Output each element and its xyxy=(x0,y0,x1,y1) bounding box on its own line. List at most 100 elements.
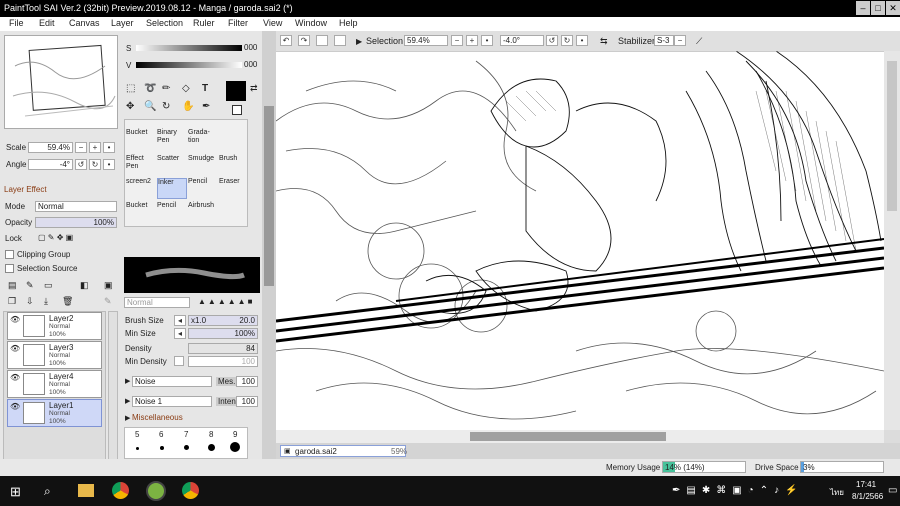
toolbar-rotate-left[interactable]: ↺ xyxy=(546,35,558,46)
min-size-slider[interactable]: 100% xyxy=(188,328,258,339)
layer-item[interactable]: 👁 Layer3 Normal 100% xyxy=(7,341,102,369)
canvas-vertical-scrollbar[interactable] xyxy=(884,51,900,430)
mask-icon[interactable]: ◧ xyxy=(80,280,89,291)
rotate-right-button[interactable]: ↻ xyxy=(89,159,101,170)
scale-field[interactable]: 59.4% xyxy=(28,142,73,153)
undo-button[interactable]: ↶ xyxy=(280,35,292,46)
rotate-reset-button[interactable]: • xyxy=(103,159,115,170)
search-icon[interactable]: ⌕ xyxy=(44,484,51,499)
brush-size-slider[interactable]: x1.0 20.0 xyxy=(188,315,258,326)
zoom-tool-icon[interactable]: 🔍 xyxy=(144,101,156,112)
misc-label[interactable]: Miscellaneous xyxy=(132,413,183,422)
noise2-toggle-icon[interactable]: ▶ xyxy=(125,397,130,405)
notification-icon[interactable]: ▭ xyxy=(888,485,897,496)
menu-edit[interactable]: Edit xyxy=(39,18,55,28)
lasso-icon[interactable]: ➰ xyxy=(144,83,156,94)
tool-brush[interactable]: Brush xyxy=(219,155,249,176)
brush-shape-icons[interactable]: ▲▲▲▲▲■ xyxy=(198,297,254,306)
foreground-color-swatch[interactable] xyxy=(226,81,246,101)
noise1-toggle-icon[interactable]: ▶ xyxy=(125,377,130,385)
clock-time[interactable]: 17:41 xyxy=(856,480,876,489)
opacity-slider[interactable]: 100% xyxy=(35,217,117,228)
lock-icons[interactable]: ▢ ✎ ✥ ▣ xyxy=(38,233,73,242)
menu-layer[interactable]: Layer xyxy=(111,18,134,28)
mode-select[interactable]: Normal xyxy=(35,201,117,212)
noise2-value[interactable]: 100 xyxy=(236,396,258,407)
new-folder-icon[interactable]: ▭ xyxy=(44,280,53,291)
layer-list-scrollbar[interactable] xyxy=(108,311,118,461)
value-slider[interactable] xyxy=(136,62,242,68)
tool-airbrush[interactable]: Airbrush xyxy=(188,202,218,223)
transfer-down-icon[interactable]: ⇩ xyxy=(26,296,34,307)
maximize-button[interactable]: □ xyxy=(871,1,885,15)
visibility-eye-icon[interactable]: 👁 xyxy=(10,344,20,354)
saturation-slider[interactable] xyxy=(136,45,242,51)
tool-screen2[interactable]: screen2 xyxy=(126,178,156,199)
hand-icon[interactable]: ✋ xyxy=(182,101,194,112)
min-density-slider[interactable]: 100 xyxy=(188,356,258,367)
min-size-icon[interactable]: ◂ xyxy=(174,328,186,339)
hscroll-thumb[interactable] xyxy=(470,432,666,441)
tool-smudge[interactable]: Smudge xyxy=(188,155,218,176)
menu-canvas[interactable]: Canvas xyxy=(69,18,100,28)
toolbar-zoom-in[interactable]: + xyxy=(466,35,478,46)
toolbar-rotate-right[interactable]: ↻ xyxy=(561,35,573,46)
tool-bucket-2[interactable]: Bucket xyxy=(126,202,156,223)
language-indicator[interactable]: ไทย xyxy=(830,486,844,499)
move-icon[interactable]: ✥ xyxy=(126,101,134,112)
clock-date[interactable]: 8/1/2566 xyxy=(852,492,883,501)
blend-mode-select[interactable]: Normal xyxy=(124,297,190,308)
chrome-icon-2[interactable] xyxy=(182,482,199,499)
merge-down-icon[interactable]: ⤓ xyxy=(44,296,48,307)
close-button[interactable]: ✕ xyxy=(886,1,900,15)
magic-wand-icon[interactable]: ✏ xyxy=(162,83,170,94)
min-density-checkbox[interactable] xyxy=(174,356,184,366)
menu-file[interactable]: File xyxy=(9,18,24,28)
menu-help[interactable]: Help xyxy=(339,18,358,28)
size-preset-dot[interactable] xyxy=(160,446,164,450)
rect-select-icon[interactable]: ⬚ xyxy=(126,83,135,94)
text-tool-icon[interactable]: T xyxy=(202,83,208,94)
tool-scatter[interactable]: Scatter xyxy=(157,155,187,176)
canvas-horizontal-scrollbar[interactable] xyxy=(276,430,884,443)
toolbar-zoom-out[interactable]: − xyxy=(451,35,463,46)
tool-binary-pen[interactable]: Binary Pen xyxy=(157,129,187,150)
rotate-tool-icon[interactable]: ↻ xyxy=(162,101,170,112)
tool-pencil-2[interactable]: Pencil xyxy=(157,202,187,223)
angle-field[interactable]: -4° xyxy=(28,159,73,170)
angle-toolbar-field[interactable]: -4.0° xyxy=(500,35,544,46)
file-explorer-icon[interactable] xyxy=(78,484,94,497)
toolbar-zoom-reset[interactable]: • xyxy=(481,35,493,46)
new-layer-icon[interactable]: ▤ xyxy=(8,280,17,291)
layer-item-selected[interactable]: 👁 Layer1 Normal 100% xyxy=(7,399,102,427)
background-color-swatch[interactable] xyxy=(232,105,242,115)
minimize-button[interactable]: – xyxy=(856,1,870,15)
visibility-eye-icon[interactable]: 👁 xyxy=(10,315,20,325)
zoom-field[interactable]: 59.4% xyxy=(404,35,448,46)
layer-properties-icon[interactable]: ✎ xyxy=(104,296,112,307)
tool-effect-pen[interactable]: Effect Pen xyxy=(126,155,156,176)
eyedropper-icon[interactable]: ✒ xyxy=(202,101,210,112)
drawing-canvas[interactable] xyxy=(276,51,884,430)
density-slider[interactable]: 84 xyxy=(188,343,258,354)
size-preset-dot[interactable] xyxy=(208,444,215,451)
copy-layer-icon[interactable]: ❐ xyxy=(8,296,16,307)
tool-panel-scrollbar[interactable] xyxy=(262,31,276,459)
menu-view[interactable]: View xyxy=(263,18,282,28)
navigator-preview[interactable] xyxy=(4,35,118,129)
rotate-left-button[interactable]: ↺ xyxy=(75,159,87,170)
menu-selection[interactable]: Selection xyxy=(146,18,183,28)
size-preset-dot[interactable] xyxy=(184,445,189,450)
tray-icons[interactable]: ✒▤✱⌘▣◔⌃♪⚡ xyxy=(672,485,804,496)
stabilizer-select[interactable]: S-3 xyxy=(654,35,674,46)
deselect-button[interactable] xyxy=(316,35,328,46)
tool-eraser[interactable]: Eraser xyxy=(219,178,249,199)
painttool-sai-icon[interactable] xyxy=(146,481,166,501)
noise1-select[interactable]: Noise xyxy=(132,376,212,387)
windows-start-icon[interactable]: ⊞ xyxy=(10,484,21,500)
redo-button[interactable]: ↷ xyxy=(298,35,310,46)
menu-ruler[interactable]: Ruler xyxy=(193,18,215,28)
tool-inker-selected[interactable]: Inker xyxy=(157,178,187,199)
size-preset-dot[interactable] xyxy=(136,447,139,450)
clipping-group-checkbox[interactable] xyxy=(5,250,14,259)
